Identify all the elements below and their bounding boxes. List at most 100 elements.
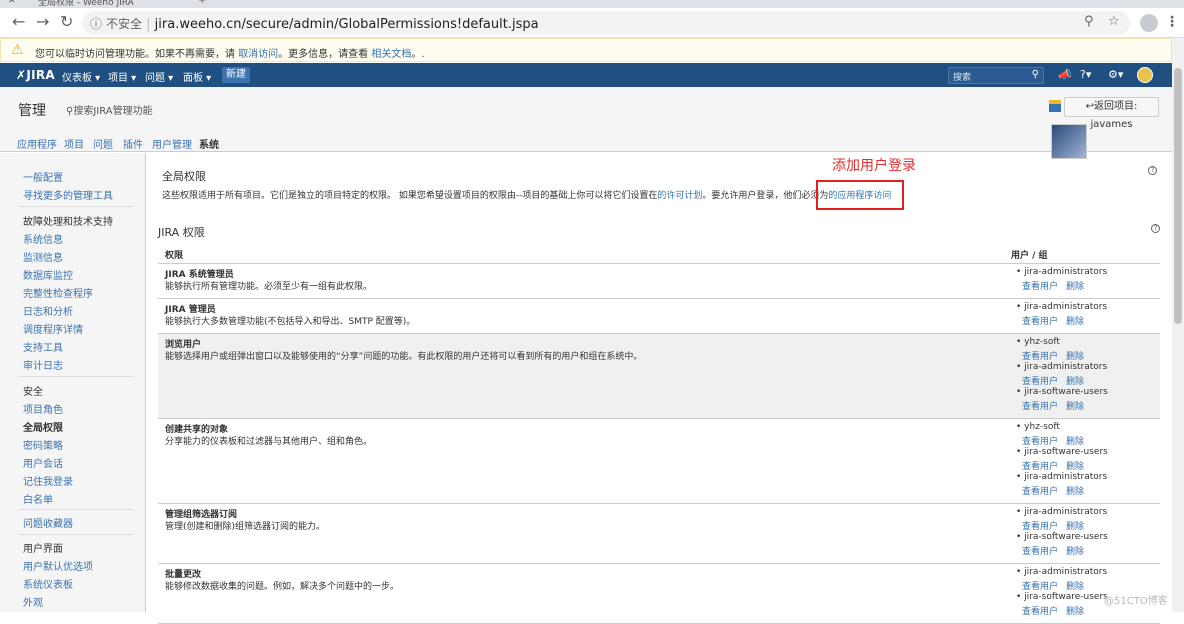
group-actions: 查看用户 删除 [1022, 459, 1092, 472]
sidebar-item-monitoring[interactable]: 监测信息 [23, 249, 63, 264]
sidebar-item-password-policy[interactable]: 密码策略 [23, 437, 63, 452]
table-row: 浏览用户 能够选择用户或组弹出窗口以及能够使用的“分享”问题的功能。有此权限的用户… [158, 334, 1160, 419]
jira-logo[interactable]: ✗JIRA [16, 68, 55, 82]
browser-menu-icon[interactable]: ⋮ [1165, 14, 1179, 30]
remove-group-link[interactable]: 删除 [1066, 377, 1084, 387]
view-users-link[interactable]: 查看用户 [1022, 352, 1058, 362]
remove-group-link[interactable]: 删除 [1066, 402, 1084, 412]
admin-gear-icon[interactable]: ⚙▾ [1108, 68, 1123, 81]
sidebar-item-scheduler[interactable]: 调度程序详情 [23, 321, 83, 336]
group-name: • jira-software-users [1016, 532, 1108, 542]
watermark: @51CTO博客 [1104, 596, 1168, 607]
create-button[interactable]: 新建 [222, 67, 250, 83]
profile-avatar[interactable] [1140, 14, 1158, 32]
view-users-link[interactable]: 查看用户 [1022, 607, 1058, 617]
user-avatar[interactable] [1137, 67, 1153, 83]
group-name: • jira-software-users [1016, 447, 1108, 457]
reload-icon[interactable]: ↻ [60, 14, 73, 30]
remove-group-link[interactable]: 删除 [1066, 317, 1084, 327]
remove-group-link[interactable]: 删除 [1066, 462, 1084, 472]
view-users-link[interactable]: 查看用户 [1022, 522, 1058, 532]
remove-group-link[interactable]: 删除 [1066, 547, 1084, 557]
remove-group-link[interactable]: 删除 [1066, 582, 1084, 592]
group-label: jira-software-users [1024, 447, 1108, 457]
view-users-link[interactable]: 查看用户 [1022, 487, 1058, 497]
remove-group-link[interactable]: 删除 [1066, 352, 1084, 362]
group-actions: 查看用户 删除 [1022, 374, 1092, 387]
view-users-link[interactable]: 查看用户 [1022, 402, 1058, 412]
sidebar-item-project-roles[interactable]: 项目角色 [23, 401, 63, 416]
nav-issues[interactable]: 问题 ▾ [145, 69, 173, 84]
view-users-link[interactable]: 查看用户 [1022, 282, 1058, 292]
help-icon[interactable]: ? [1148, 166, 1157, 175]
view-users-link[interactable]: 查看用户 [1022, 547, 1058, 557]
tab-projects[interactable]: 项目 [64, 136, 84, 151]
sidebar-divider [18, 206, 134, 207]
sidebar-item-find-more-tools[interactable]: 寻找更多的管理工具 [23, 187, 113, 202]
view-users-link[interactable]: 查看用户 [1022, 462, 1058, 472]
feedback-megaphone-icon[interactable]: 📣 [1058, 68, 1072, 81]
view-users-link[interactable]: 查看用户 [1022, 582, 1058, 592]
scrollbar-thumb[interactable] [1174, 68, 1182, 324]
sidebar-item-global-permissions[interactable]: 全局权限 [23, 419, 63, 434]
nav-dashboards[interactable]: 仪表板 ▾ [62, 69, 100, 84]
sidebar-item-audit-log[interactable]: 审计日志 [23, 357, 63, 372]
bookmark-star-icon[interactable]: ☆ [1108, 14, 1120, 29]
sidebar-item-logging[interactable]: 日志和分析 [23, 303, 73, 318]
cancel-access-link[interactable]: 取消访问 [238, 49, 278, 60]
sidebar-item-general-config[interactable]: 一般配置 [23, 169, 63, 184]
jira-permissions-title: JIRA 权限 [158, 226, 205, 239]
nav-boards[interactable]: 面板 ▾ [183, 69, 211, 84]
back-to-project-button[interactable]: ↩返回项目: javames [1064, 97, 1159, 130]
docs-link[interactable]: 相关文档 [371, 49, 411, 60]
remove-group-link[interactable]: 删除 [1066, 437, 1084, 447]
tab-applications[interactable]: 应用程序 [17, 136, 57, 151]
address-bar[interactable]: ⓘ 不安全 | jira.weeho.cn/secure/admin/Globa… [82, 11, 1130, 35]
app-switcher-icon[interactable] [1049, 100, 1061, 112]
remove-group-link[interactable]: 删除 [1066, 522, 1084, 532]
sidebar-item-user-sessions[interactable]: 用户会话 [23, 455, 63, 470]
avatar [1051, 124, 1087, 159]
tab-addons[interactable]: 插件 [123, 136, 143, 151]
browser-tab-title[interactable]: 全局权限 - Weeho JIRA [38, 0, 134, 8]
header-search-input[interactable]: 搜索 ⚲ [948, 67, 1044, 84]
sidebar-item-integrity-checker[interactable]: 完整性检查程序 [23, 285, 93, 300]
address-url[interactable]: 不安全 | jira.weeho.cn/secure/admin/GlobalP… [106, 15, 539, 32]
remove-group-link[interactable]: 删除 [1066, 487, 1084, 497]
table-row: JIRA 系统管理员 能够执行所有管理功能。必须至少有一组有此权限。 • jira-… [158, 264, 1160, 299]
info-icon[interactable]: ⓘ [90, 15, 102, 32]
admin-header: 管理 ⚲搜索JIRA管理功能 ↩返回项目: javames [0, 87, 1172, 131]
sidebar-item-user-defaults[interactable]: 用户默认优选项 [23, 558, 93, 573]
forward-arrow-icon[interactable]: → [36, 14, 49, 30]
tab-system[interactable]: 系统 [199, 136, 219, 151]
tab-user-management[interactable]: 用户管理 [152, 136, 192, 151]
remove-group-link[interactable]: 删除 [1066, 607, 1084, 617]
bullet-icon: • [1016, 472, 1025, 482]
group-label: jira-software-users [1024, 592, 1108, 602]
remove-group-link[interactable]: 删除 [1066, 282, 1084, 292]
zoom-search-icon[interactable]: ⚲ [1084, 14, 1094, 29]
sidebar-item-look-and-feel[interactable]: 外观 [23, 594, 43, 609]
new-tab-icon[interactable]: + [198, 0, 206, 6]
bullet-icon: • [1016, 447, 1025, 457]
jira-logo-text: JIRA [26, 68, 56, 82]
sidebar-item-system-dashboard[interactable]: 系统仪表板 [23, 576, 73, 591]
help-icon[interactable]: ?▾ [1080, 68, 1091, 81]
tab-issues[interactable]: 问题 [93, 136, 113, 151]
view-users-link[interactable]: 查看用户 [1022, 377, 1058, 387]
group-name: • jira-administrators [1016, 567, 1107, 577]
help-icon[interactable]: ? [1151, 224, 1160, 233]
view-users-link[interactable]: 查看用户 [1022, 317, 1058, 327]
sidebar-item-whitelist[interactable]: 白名单 [23, 491, 53, 506]
sidebar-item-db-monitoring[interactable]: 数据库监控 [23, 267, 73, 282]
permission-scheme-link[interactable]: 的许可计划 [657, 191, 702, 201]
sidebar-item-support-tools[interactable]: 支持工具 [23, 339, 63, 354]
sidebar-item-remember-me[interactable]: 记住我登录 [23, 473, 73, 488]
annotation-highlight-box [816, 180, 904, 210]
sidebar-item-issue-collectors[interactable]: 问题收藏器 [23, 515, 73, 530]
nav-projects[interactable]: 项目 ▾ [108, 69, 136, 84]
back-arrow-icon[interactable]: ← [12, 14, 25, 30]
admin-search[interactable]: ⚲搜索JIRA管理功能 [66, 102, 153, 117]
sidebar-item-system-info[interactable]: 系统信息 [23, 231, 63, 246]
view-users-link[interactable]: 查看用户 [1022, 437, 1058, 447]
